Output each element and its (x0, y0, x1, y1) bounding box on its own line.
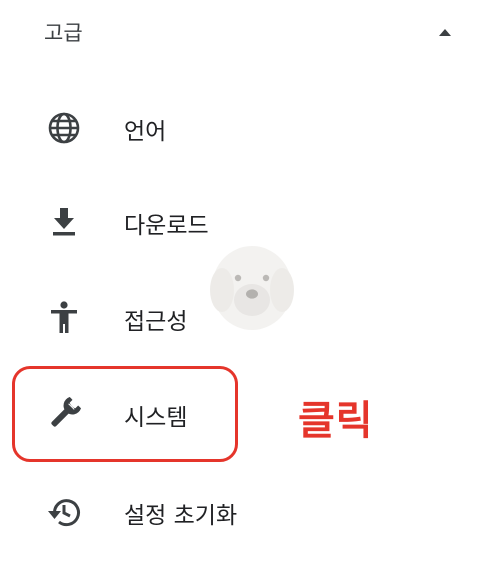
menu-item-label: 다운로드 (124, 213, 209, 239)
menu-item-label: 설정 초기화 (124, 503, 238, 529)
menu-item-reset-settings[interactable]: 설정 초기화 (0, 464, 494, 560)
arrow-drop-up-icon[interactable] (436, 26, 454, 38)
highlight-box (12, 366, 238, 462)
reset-history-icon (44, 492, 84, 532)
click-annotation: 클릭 (298, 398, 374, 444)
dog-watermark-image (210, 246, 294, 330)
menu-item-label: 언어 (124, 119, 167, 145)
section-title: 고급 (44, 21, 83, 45)
menu-item-label: 접근성 (124, 309, 188, 335)
accessibility-icon (44, 298, 84, 338)
menu-item-language[interactable]: 언어 (0, 80, 494, 176)
language-globe-icon (44, 108, 84, 148)
advanced-section-header[interactable]: 고급 (0, 0, 494, 64)
download-icon (44, 202, 84, 242)
